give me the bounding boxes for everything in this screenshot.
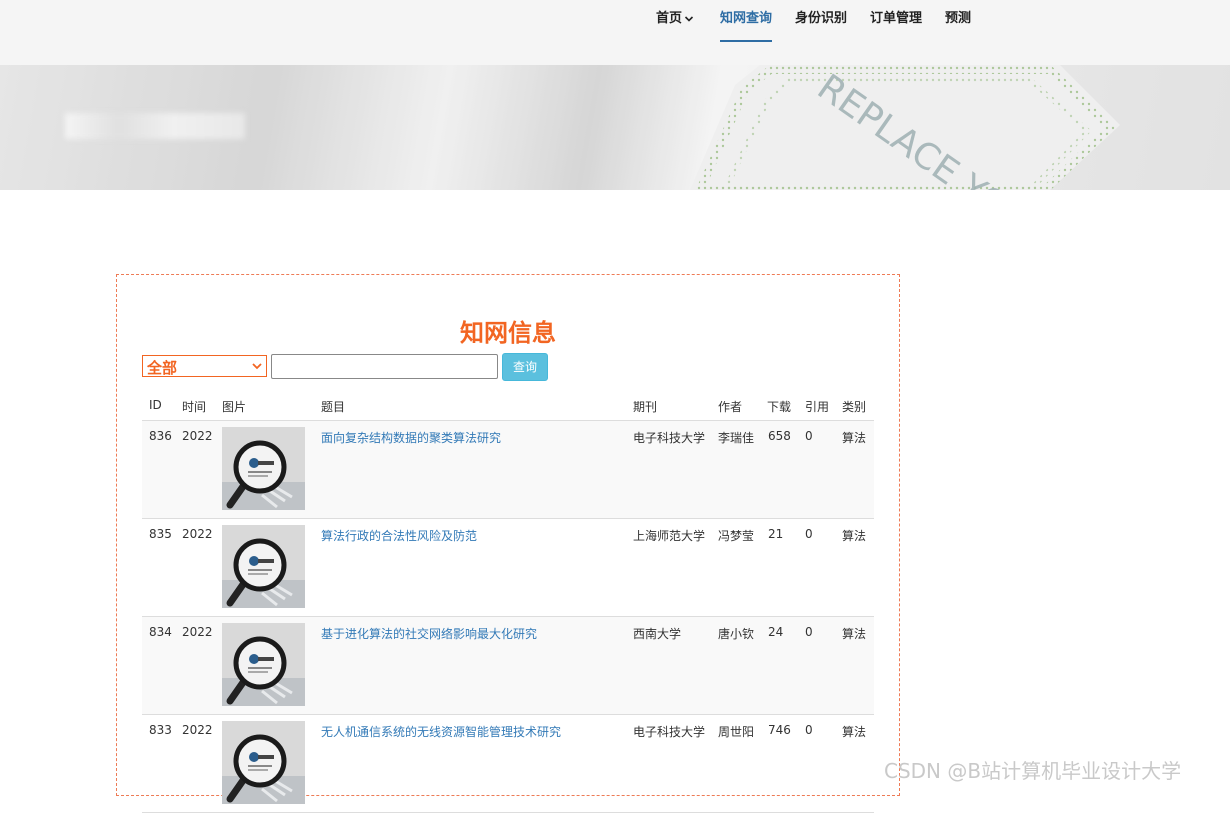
banner: REPLACE YOUR DESI bbox=[0, 65, 1230, 190]
banner-blurred-caption bbox=[65, 113, 245, 139]
col-header-downloads: 下载 bbox=[767, 400, 792, 414]
nav-cnki-label: 知网查询 bbox=[720, 11, 773, 26]
top-navbar: 首页 知网查询 身份识别 订单管理 预测 bbox=[0, 0, 1230, 65]
nav-item-identity[interactable]: 身份识别 bbox=[795, 10, 847, 40]
magnifier-image bbox=[222, 623, 305, 706]
cnki-panel: 知网信息 全部 查询 ID 时间 图片 题目 期刊 作者 下载 引用 类别 83… bbox=[116, 274, 900, 813]
paper-thumbnail[interactable] bbox=[222, 525, 305, 608]
table-row: 834 2022 基于进化算法的社交网络影响最大化研究 西南大学 唐小钦 24 bbox=[142, 617, 874, 715]
table-row: 835 2022 算法行政的合法性风险及防范 上海师范大学 冯梦莹 21 0 算… bbox=[142, 519, 874, 617]
col-header-citations: 引用 bbox=[805, 400, 830, 414]
table-row: 836 2022 面向复杂结构数据的聚类算法研究 电子科技大学 李瑞佳 658 bbox=[142, 421, 874, 519]
cell-downloads: 746 bbox=[768, 723, 791, 737]
cell-author: 唐小钦 bbox=[718, 627, 755, 641]
cell-author: 周世阳 bbox=[718, 725, 755, 739]
cell-journal: 电子科技大学 bbox=[633, 725, 706, 739]
papers-table: ID 时间 图片 题目 期刊 作者 下载 引用 类别 836 2022 面向复杂… bbox=[142, 393, 874, 813]
cell-citations: 0 bbox=[805, 723, 813, 737]
paper-thumbnail[interactable] bbox=[222, 721, 305, 804]
col-header-journal: 期刊 bbox=[633, 400, 658, 414]
nav-identity-label: 身份识别 bbox=[795, 11, 848, 26]
cell-category: 算法 bbox=[842, 431, 867, 445]
cell-citations: 0 bbox=[805, 527, 813, 541]
cell-title-link[interactable]: 基于进化算法的社交网络影响最大化研究 bbox=[321, 625, 537, 642]
cell-downloads: 24 bbox=[768, 625, 784, 639]
nav-item-home[interactable]: 首页 bbox=[656, 10, 694, 40]
cell-author: 冯梦莹 bbox=[718, 529, 755, 543]
cell-author: 李瑞佳 bbox=[718, 431, 755, 445]
cell-category: 算法 bbox=[842, 529, 867, 543]
panel-title: 知网信息 bbox=[460, 319, 556, 347]
col-header-author: 作者 bbox=[718, 400, 743, 414]
cell-citations: 0 bbox=[805, 429, 813, 443]
nav-item-orders[interactable]: 订单管理 bbox=[870, 10, 922, 40]
magnifier-image bbox=[222, 721, 305, 804]
cell-downloads: 21 bbox=[768, 527, 784, 541]
chevron-down-icon bbox=[684, 15, 694, 22]
cell-category: 算法 bbox=[842, 627, 867, 641]
paper-thumbnail[interactable] bbox=[222, 427, 305, 510]
cell-title-link[interactable]: 无人机通信系统的无线资源智能管理技术研究 bbox=[321, 723, 561, 740]
col-header-id: ID bbox=[149, 398, 162, 412]
col-header-time: 时间 bbox=[182, 400, 207, 414]
cell-journal: 上海师范大学 bbox=[633, 529, 706, 543]
cell-id: 833 bbox=[149, 723, 172, 737]
search-button[interactable]: 查询 bbox=[502, 353, 548, 381]
paper-thumbnail[interactable] bbox=[222, 623, 305, 706]
category-select[interactable]: 全部 bbox=[142, 355, 267, 377]
cell-time: 2022 bbox=[182, 723, 213, 737]
search-input[interactable] bbox=[271, 354, 498, 379]
cell-time: 2022 bbox=[182, 625, 213, 639]
cell-id: 834 bbox=[149, 625, 172, 639]
table-header: ID 时间 图片 题目 期刊 作者 下载 引用 类别 bbox=[142, 393, 874, 421]
col-header-image: 图片 bbox=[222, 400, 247, 414]
col-header-title: 题目 bbox=[321, 400, 346, 414]
cell-id: 836 bbox=[149, 429, 172, 443]
cell-downloads: 658 bbox=[768, 429, 791, 443]
cell-time: 2022 bbox=[182, 527, 213, 541]
magnifier-image bbox=[222, 525, 305, 608]
cell-citations: 0 bbox=[805, 625, 813, 639]
magnifier-image bbox=[222, 427, 305, 510]
nav-predict-label: 预测 bbox=[945, 11, 972, 26]
cell-time: 2022 bbox=[182, 429, 213, 443]
cell-category: 算法 bbox=[842, 725, 867, 739]
nav-item-cnki[interactable]: 知网查询 bbox=[720, 10, 773, 42]
table-row: 833 2022 无人机通信系统的无线资源智能管理技术研究 电子科技大学 周世阳 bbox=[142, 715, 874, 813]
chevron-down-icon bbox=[252, 363, 262, 370]
nav-item-predict[interactable]: 预测 bbox=[945, 10, 971, 40]
cell-title-link[interactable]: 面向复杂结构数据的聚类算法研究 bbox=[321, 429, 501, 446]
category-select-value: 全部 bbox=[147, 359, 178, 377]
cell-journal: 西南大学 bbox=[633, 627, 682, 641]
cell-id: 835 bbox=[149, 527, 172, 541]
nav-home-label: 首页 bbox=[656, 11, 683, 26]
cell-title-link[interactable]: 算法行政的合法性风险及防范 bbox=[321, 527, 477, 544]
col-header-category: 类别 bbox=[842, 400, 867, 414]
csdn-watermark: CSDN @B站计算机毕业设计大学 bbox=[884, 759, 1182, 783]
nav-orders-label: 订单管理 bbox=[870, 11, 923, 26]
cell-journal: 电子科技大学 bbox=[633, 431, 706, 445]
